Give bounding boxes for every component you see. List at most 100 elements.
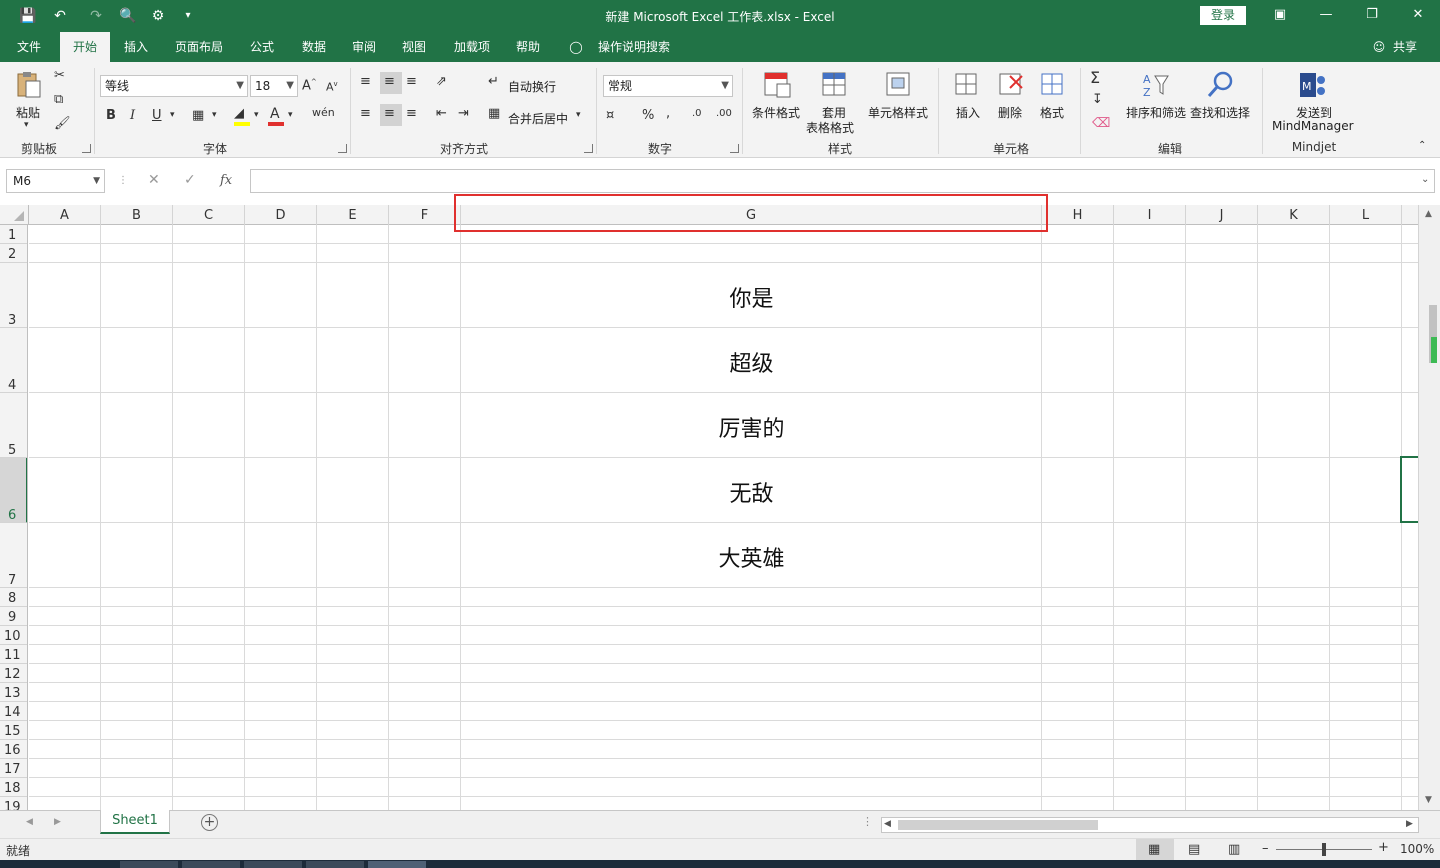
border-dropdown-icon[interactable]: ▾ — [212, 110, 217, 120]
normal-view-icon[interactable]: ▦ — [1148, 842, 1160, 857]
row-header-19[interactable]: 19 — [0, 797, 27, 810]
conditional-format-icon[interactable] — [762, 70, 792, 100]
format-cells-button[interactable]: 格式 — [1040, 104, 1064, 121]
insert-cells-icon[interactable] — [952, 70, 982, 100]
copy-icon[interactable]: ⧉ — [54, 92, 63, 107]
collapse-ribbon-icon[interactable]: ⌃ — [1418, 140, 1426, 151]
font-launcher-icon[interactable] — [338, 144, 347, 153]
row-header-4[interactable]: 4 — [0, 328, 27, 393]
fill-color-icon[interactable]: ◢ — [234, 106, 244, 121]
number-format-combo[interactable]: 常规 ▼ — [603, 75, 733, 97]
tab-insert[interactable]: 插入 — [114, 32, 158, 62]
add-sheet-icon[interactable]: + — [201, 814, 218, 831]
row-header-17[interactable]: 17 — [0, 759, 27, 778]
tab-addins[interactable]: 加载项 — [444, 32, 500, 62]
zoom-slider-handle[interactable] — [1322, 843, 1326, 856]
cancel-icon[interactable]: ✕ — [148, 172, 160, 188]
orientation-icon[interactable]: ⇗ — [436, 74, 447, 89]
row-header-3[interactable]: 3 — [0, 263, 27, 328]
column-header-h[interactable]: H — [1042, 205, 1114, 225]
tab-page-layout[interactable]: 页面布局 — [166, 32, 232, 62]
fill-dropdown-icon[interactable]: ▾ — [254, 110, 259, 120]
autosum-icon[interactable]: Σ — [1090, 68, 1100, 87]
row-header-9[interactable]: 9 — [0, 607, 27, 626]
comma-icon[interactable]: , — [666, 106, 670, 121]
restore-icon[interactable]: ❐ — [1360, 4, 1384, 26]
column-header-i[interactable]: I — [1114, 205, 1186, 225]
row-header-13[interactable]: 13 — [0, 683, 27, 702]
cell-g4[interactable]: 超级 — [461, 346, 1042, 378]
row-header-14[interactable]: 14 — [0, 702, 27, 721]
format-painter-icon[interactable]: 🖌 — [54, 116, 71, 131]
cell-styles-button[interactable]: 单元格样式 — [868, 104, 928, 121]
ribbon-display-icon[interactable]: ▣ — [1268, 4, 1292, 26]
column-header-k[interactable]: K — [1258, 205, 1330, 225]
delete-cells-button[interactable]: 删除 — [998, 104, 1022, 121]
find-select-icon[interactable] — [1206, 70, 1236, 100]
insert-cells-button[interactable]: 插入 — [956, 104, 980, 121]
merge-dropdown-icon[interactable]: ▾ — [576, 110, 581, 120]
select-all-button[interactable] — [0, 205, 29, 225]
column-header-a[interactable]: A — [29, 205, 101, 225]
row-header-1[interactable]: 1 — [0, 225, 27, 244]
share-button[interactable]: 共享 — [1388, 32, 1422, 62]
zoom-level[interactable]: 100% — [1400, 842, 1434, 856]
column-header-d[interactable]: D — [245, 205, 317, 225]
merge-center-icon[interactable]: ▦ — [488, 106, 500, 121]
column-header-c[interactable]: C — [173, 205, 245, 225]
expand-formula-icon[interactable]: ⌄ — [1421, 174, 1429, 185]
page-break-view-icon[interactable]: ▥ — [1228, 842, 1240, 857]
row-header-18[interactable]: 18 — [0, 778, 27, 797]
tab-formulas[interactable]: 公式 — [240, 32, 284, 62]
underline-dropdown-icon[interactable]: ▾ — [170, 110, 175, 120]
row-header-11[interactable]: 11 — [0, 645, 27, 664]
fill-icon[interactable]: ↧ — [1092, 92, 1103, 107]
format-as-table-line2[interactable]: 表格格式 — [806, 119, 854, 136]
scroll-right-icon[interactable]: ▶ — [1406, 819, 1413, 829]
column-header-e[interactable]: E — [317, 205, 389, 225]
sheet-tab-sheet1[interactable]: Sheet1 — [100, 810, 170, 834]
minimize-icon[interactable]: — — [1314, 4, 1338, 26]
row-header-12[interactable]: 12 — [0, 664, 27, 683]
tab-view[interactable]: 视图 — [392, 32, 436, 62]
increase-indent-icon[interactable]: ⇥ — [458, 106, 469, 121]
prev-sheet-icon[interactable]: ◀ — [26, 817, 33, 827]
tab-data[interactable]: 数据 — [292, 32, 336, 62]
clipboard-launcher-icon[interactable] — [82, 144, 91, 153]
horizontal-scrollbar[interactable]: ◀ ▶ — [881, 817, 1419, 833]
row-header-6[interactable]: 6 — [0, 458, 27, 523]
login-button[interactable]: 登录 — [1200, 6, 1246, 25]
merge-center-button[interactable]: 合并后居中 — [508, 110, 568, 127]
paste-button[interactable]: 粘贴 — [16, 104, 40, 121]
currency-icon[interactable]: ¤ — [606, 108, 614, 123]
column-header-l[interactable]: L — [1330, 205, 1402, 225]
cut-icon[interactable]: ✂ — [54, 68, 65, 83]
name-box[interactable]: M6 ▼ — [6, 169, 105, 193]
cell-g5[interactable]: 厉害的 — [461, 411, 1042, 443]
cell-g6[interactable]: 无敌 — [461, 476, 1042, 508]
underline-icon[interactable]: U — [152, 108, 162, 123]
vertical-scrollbar[interactable]: ▲ ▼ — [1418, 205, 1440, 810]
row-header-16[interactable]: 16 — [0, 740, 27, 759]
tab-home[interactable]: 开始 — [60, 32, 110, 62]
sort-filter-button[interactable]: 排序和筛选 — [1126, 104, 1186, 121]
wrap-text-icon[interactable]: ↵ — [488, 74, 499, 89]
row-header-8[interactable]: 8 — [0, 588, 27, 607]
border-icon[interactable]: ▦ — [192, 108, 204, 123]
row-header-2[interactable]: 2 — [0, 244, 27, 263]
clear-icon[interactable]: ⌫ — [1092, 116, 1110, 131]
bold-icon[interactable]: B — [106, 108, 116, 123]
align-bottom-icon[interactable]: ≡ — [406, 74, 417, 89]
tab-file[interactable]: 文件 — [6, 32, 52, 62]
zoom-out-icon[interactable]: – — [1262, 841, 1269, 856]
increase-decimal-icon[interactable]: .0 — [692, 108, 702, 119]
delete-cells-icon[interactable] — [996, 70, 1026, 100]
column-header-j[interactable]: J — [1186, 205, 1258, 225]
row-header-7[interactable]: 7 — [0, 523, 27, 588]
insert-function-icon[interactable]: fx — [220, 173, 232, 188]
scroll-left-icon[interactable]: ◀ — [884, 819, 891, 829]
tab-review[interactable]: 审阅 — [342, 32, 386, 62]
column-header-f[interactable]: F — [389, 205, 461, 225]
format-as-table-icon[interactable] — [820, 70, 850, 100]
column-header-b[interactable]: B — [101, 205, 173, 225]
